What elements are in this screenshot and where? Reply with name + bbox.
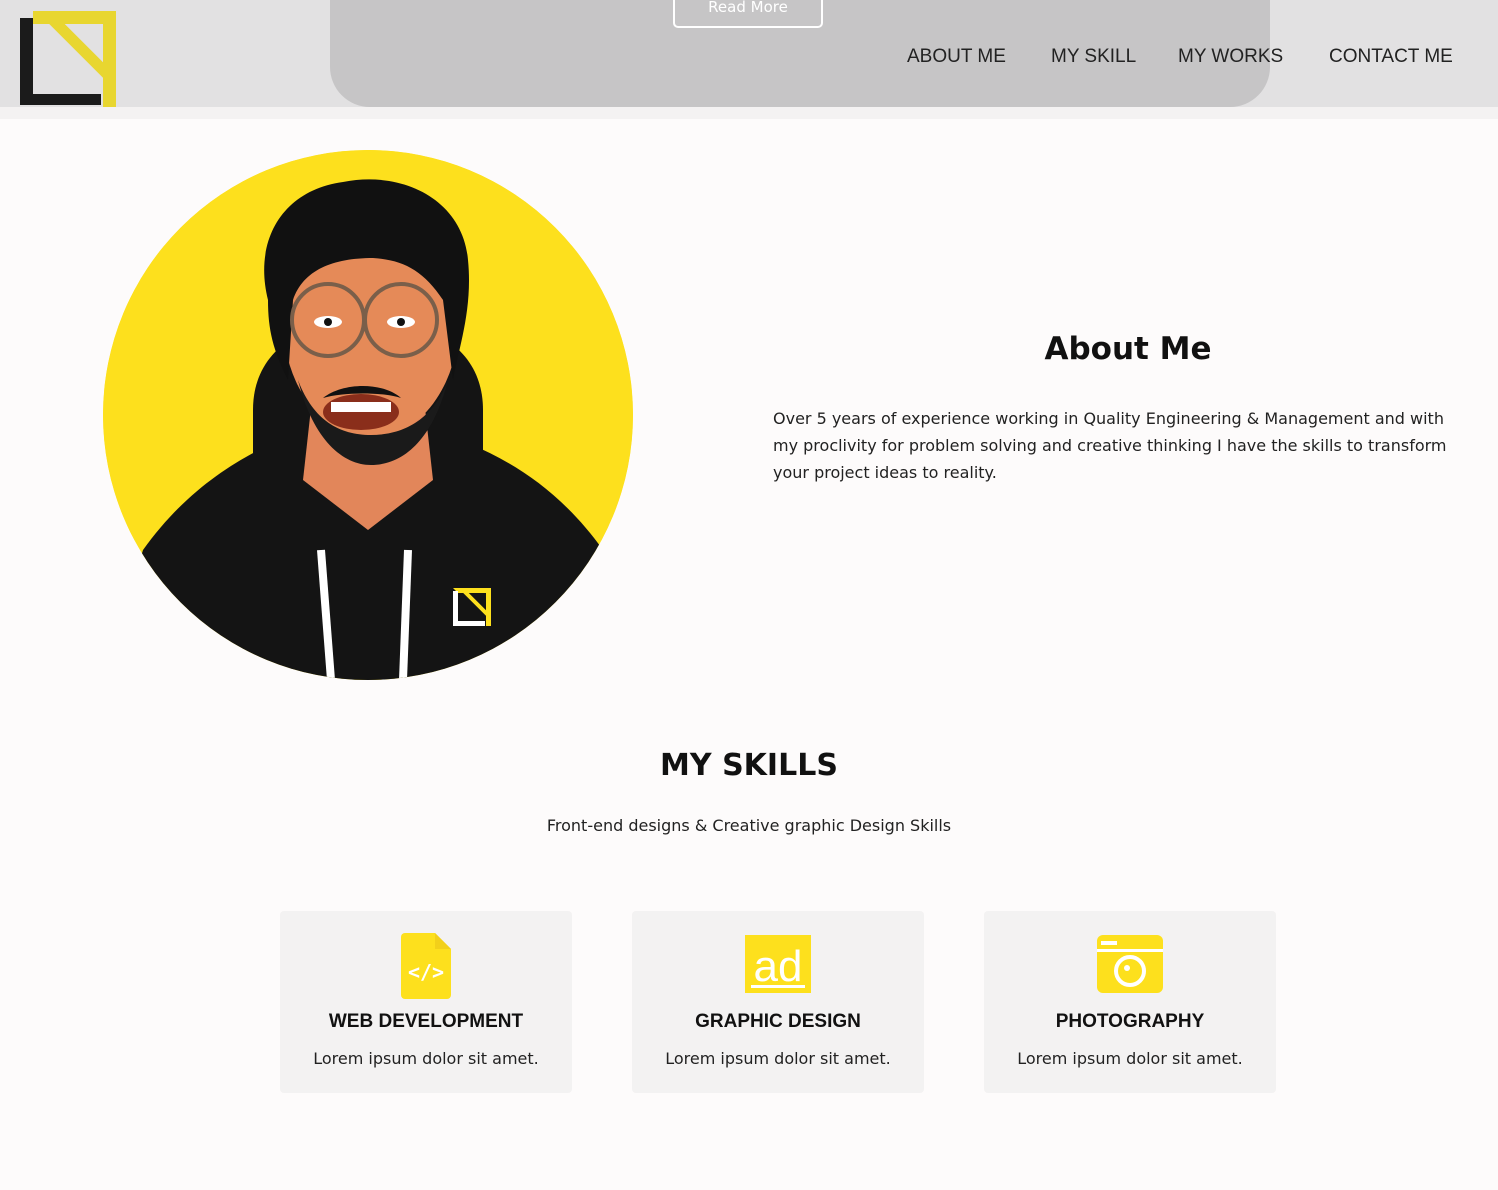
main-nav: ABOUT ME MY SKILL MY WORKS CONTACT ME xyxy=(0,46,1498,76)
skill-card-web-development[interactable]: </> WEB DEVELOPMENT Lorem ipsum dolor si… xyxy=(280,911,572,1093)
nav-item-about-me[interactable]: ABOUT ME xyxy=(907,46,1006,68)
header-divider xyxy=(0,107,1498,119)
skill-card-description: Lorem ipsum dolor sit amet. xyxy=(313,1049,539,1068)
about-description: Over 5 years of experience working in Qu… xyxy=(773,409,1447,482)
skill-card-description: Lorem ipsum dolor sit amet. xyxy=(665,1049,891,1068)
skill-card-photography[interactable]: PHOTOGRAPHY Lorem ipsum dolor sit amet. xyxy=(984,911,1276,1093)
skill-card-title: PHOTOGRAPHY xyxy=(1055,1011,1205,1032)
skill-card-description: Lorem ipsum dolor sit amet. xyxy=(1017,1049,1243,1068)
profile-avatar xyxy=(103,150,633,680)
about-title: About Me xyxy=(1044,331,1212,367)
skill-card-title: GRAPHIC DESIGN xyxy=(695,1011,861,1032)
avatar-illustration xyxy=(103,150,633,680)
skill-card-graphic-design[interactable]: ad GRAPHIC DESIGN Lorem ipsum dolor sit … xyxy=(632,911,924,1093)
nav-item-contact-me[interactable]: CONTACT ME xyxy=(1329,46,1453,68)
svg-text:ad: ad xyxy=(754,942,803,991)
read-more-button[interactable]: Read More xyxy=(673,0,823,28)
code-file-icon: </> xyxy=(401,933,451,999)
skills-title: MY SKILLS xyxy=(660,748,838,783)
header: Read More ABOUT ME MY SKILL MY WORKS CON… xyxy=(0,0,1498,107)
svg-text:</>: </> xyxy=(408,960,444,984)
nav-item-my-skill[interactable]: MY SKILL xyxy=(1051,46,1136,68)
camera-icon xyxy=(1097,935,1163,993)
skill-card-title: WEB DEVELOPMENT xyxy=(328,1011,524,1032)
about-section: About Me Over 5 years of experience work… xyxy=(0,119,1498,719)
ad-icon: ad xyxy=(745,935,811,993)
nav-item-my-works[interactable]: MY WORKS xyxy=(1178,46,1283,68)
skills-subtitle: Front-end designs & Creative graphic Des… xyxy=(546,816,952,835)
